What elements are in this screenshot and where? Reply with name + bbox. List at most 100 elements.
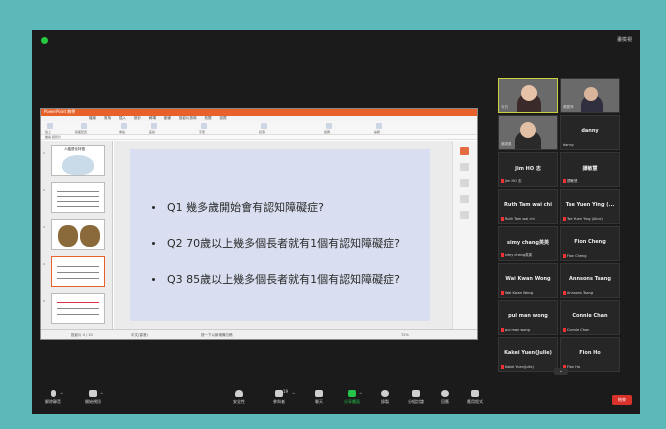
breakout-rooms-button[interactable]: 分組討論 [401,390,431,405]
people-icon [275,390,283,397]
slide-editor: Q1 幾多歲開始會有認知障礙症? Q2 70歲以上幾多個長者就有1個有認知障礙症… [114,141,454,329]
slide-thumbnails: 1 人腦退化特徵 2 3 4 5 [41,141,113,329]
zoom-window: 畫檢視 PowerPoint 教學 檔案 常用 插入 設計 轉場 動畫 投影片放… [32,30,640,414]
editing-icon[interactable] [376,123,382,129]
view-button[interactable]: 畫檢視 [617,36,632,43]
question-1: Q1 幾多歲開始會有認知障礙症? [152,199,324,215]
video-camera-icon [89,390,97,397]
participant-tile[interactable]: Ruth Tam wai chi Ruth Tam wai chi [498,189,558,224]
participant-name: Fion Ho [579,350,601,356]
participant-tile[interactable]: Tse Yuen Ying (... Tse Yuen Ying (Alice) [560,189,620,224]
shield-icon [235,390,243,397]
reactions-button[interactable]: 回應 [430,390,460,405]
slide-thumbnail[interactable] [51,182,105,213]
participant-tile[interactable]: 譚敏慧 譚敏慧 [560,152,620,187]
panel-icon[interactable] [460,179,469,187]
participant-tag: 吳曉風 [501,142,512,146]
participant-tile[interactable]: 黃麗萍 [560,78,620,113]
status-zoom[interactable]: 72% [401,333,409,337]
participant-tile[interactable]: pui man wong pui man wong [498,300,558,335]
chevron-up-icon[interactable]: ^ [359,392,362,397]
participant-tag: Tse Yuen Ying (Alice) [563,217,603,221]
apps-button[interactable]: 應用程式 [460,390,490,405]
paragraph-icon[interactable] [261,123,267,129]
thumb-number: 5 [43,299,45,303]
status-bar: 投影片 4 / 10 中文(香港) 按一下以新增備忘稿 72% [41,329,477,339]
walnut-image [58,225,78,247]
slide-thumbnail[interactable] [51,219,105,250]
ribbon-label: 編輯 [374,130,381,134]
participant-tile[interactable]: Annsons Tsang Annsons Tsang [560,263,620,298]
thumb-number: 2 [43,188,45,192]
drawing-icon[interactable] [326,123,332,129]
mute-button[interactable]: 解除靜音 ^ [38,390,68,405]
panel-icon[interactable] [460,211,469,219]
participant-tile[interactable]: Fion Cheng Fion Cheng [560,226,620,261]
panel-icon[interactable] [460,163,469,171]
panel-icon[interactable] [460,195,469,203]
slide-thumbnail[interactable]: 人腦退化特徵 [51,145,105,176]
participants-button[interactable]: 19 參與者 ^ [264,389,295,405]
chat-icon [315,390,323,397]
section-icon[interactable] [151,123,157,129]
participant-name: Ruth Tam wai chi [504,202,552,208]
participant-name: Wai Kwan Wong [505,276,551,282]
participant-tile[interactable]: Fion Ho Fion Ho [560,337,620,372]
apps-icon [471,390,479,397]
status-notes[interactable]: 按一下以新增備忘稿 [201,333,233,338]
slides-tab[interactable]: 檔案 投影片 [41,135,477,140]
walnut-image [80,225,100,247]
chevron-down-icon[interactable]: ⌄ [554,368,568,375]
mic-muted-icon [563,328,566,332]
ribbon-label: 重設 [119,130,126,134]
chat-button[interactable]: 聊天 [304,390,334,405]
shared-screen: PowerPoint 教學 檔案 常用 插入 設計 轉場 動畫 投影片放映 校閱… [40,108,478,340]
mic-muted-icon [563,179,566,183]
participant-tile[interactable]: 吳曉風 [498,115,558,150]
chevron-up-icon[interactable]: ^ [100,392,103,397]
ribbon-label: 貼上 [45,130,52,134]
participant-name: simy chang英英 [507,240,549,246]
mic-muted-icon [501,217,504,221]
ribbon-label: 段落 [259,130,266,134]
participant-tile[interactable]: simy chang英英 simy chang英英 [498,226,558,261]
mic-muted-icon [501,365,504,369]
reset-icon[interactable] [121,123,127,129]
mic-muted-icon [563,217,566,221]
current-slide[interactable]: Q1 幾多歲開始會有認知障礙症? Q2 70歲以上幾多個長者就有1個有認知障礙症… [130,149,430,321]
status-slide-count: 投影片 4 / 10 [71,333,93,337]
record-button[interactable]: 錄製 [370,390,400,405]
security-shield-icon[interactable] [41,37,48,44]
chevron-up-icon[interactable]: ^ [292,392,295,397]
chevron-up-icon[interactable]: ^ [60,392,63,397]
thumb-number: 1 [43,151,45,155]
status-language: 中文(香港) [131,333,148,337]
participant-name: Kakei Yuen(Julie) [504,350,552,356]
participant-name: Connie Chan [572,313,608,319]
side-panel [452,141,477,329]
participant-tile[interactable]: Wai Kwan Wong Wai Kwan Wong [498,263,558,298]
slide-thumbnail[interactable] [51,293,105,324]
video-button[interactable]: 開始視訊 ^ [78,390,108,405]
participant-tile[interactable]: Jim HO 志 Jim HO 志 [498,152,558,187]
participant-name: danny [581,128,599,134]
participant-tile[interactable]: 今日 [498,78,558,113]
paste-icon[interactable] [47,123,53,129]
thumb-number: 3 [43,225,45,229]
question-2: Q2 70歲以上幾多個長者就有1個有認知障礙症? [152,235,400,251]
participant-tag: 譚敏慧 [563,179,578,184]
end-meeting-button[interactable]: 結束 [612,395,632,405]
thumb-number: 4 [43,262,45,266]
participant-tile[interactable]: Kakei Yuen(Julie) Kakei Yuen(Julie) [498,337,558,372]
layout-icon[interactable] [81,123,87,129]
ribbon-label: 繪圖 [324,130,331,134]
font-icon[interactable] [201,123,207,129]
slide-thumbnail-active[interactable] [51,256,105,287]
participant-tile[interactable]: Connie Chan Connie Chan [560,300,620,335]
share-screen-button[interactable]: 分享畫面 ^ [337,390,367,405]
panel-icon[interactable] [460,147,469,155]
security-button[interactable]: 安全性 [224,390,254,405]
participant-tag: Jim HO 志 [501,179,522,184]
participant-tile[interactable]: danny danny [560,115,620,150]
participants-count: 19 [283,389,289,394]
